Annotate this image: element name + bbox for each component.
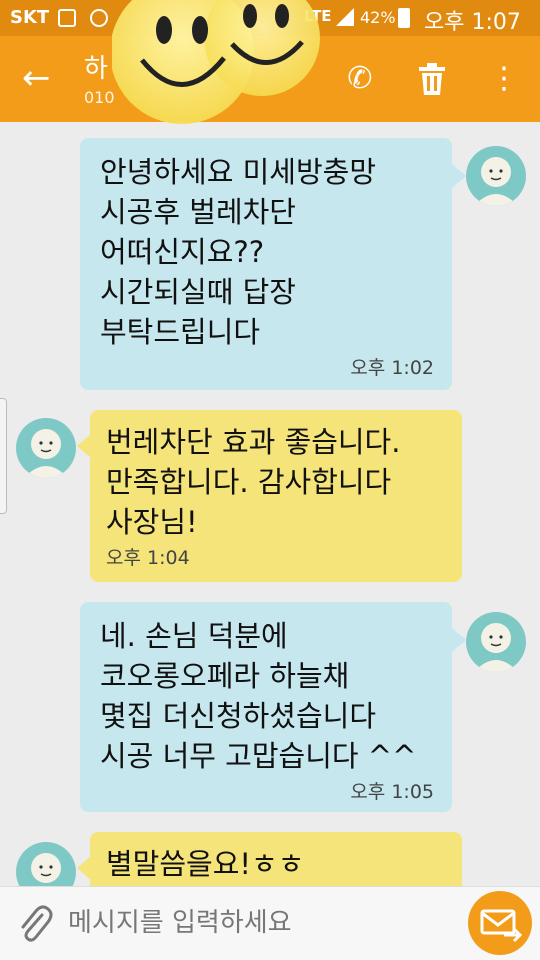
message-text: 네. 손님 덕분에 코오롱오페라 하늘채 몇집 더신청하셨습니다 시공 너무 고… [100, 619, 417, 773]
network-label: LTE [304, 7, 332, 25]
signal-icon [336, 8, 354, 26]
message-text: 번레차단 효과 좋습니다. 만족합니다. 감사합니다 사장님! [106, 425, 401, 539]
conversation-list[interactable]: 안녕하세요 미세방충망 시공후 벌레차단 어떠신지요?? 시간되실때 답장 부탁… [0, 122, 540, 886]
message-time: 오후 1:02 [350, 357, 434, 379]
avatar[interactable] [16, 842, 76, 886]
bubble-tail [452, 164, 466, 188]
message-time: 오후 1:05 [350, 781, 434, 803]
gallery-icon [58, 9, 76, 27]
message-bubble-incoming[interactable]: 별말씀을요!ㅎㅎ [90, 832, 462, 886]
avatar[interactable] [466, 612, 526, 672]
message-time: 오후 1:04 [106, 547, 190, 569]
cycle-icon [90, 9, 108, 27]
phone-icon[interactable]: ✆ [340, 60, 380, 98]
contact-number: 010 [84, 88, 115, 107]
message-text: 안녕하세요 미세방충망 시공후 벌레차단 어떠신지요?? 시간되실때 답장 부탁… [100, 155, 377, 349]
message-input[interactable] [68, 897, 448, 949]
message-bubble-incoming[interactable]: 번레차단 효과 좋습니다. 만족합니다. 감사합니다 사장님! 오후 1:04 [90, 410, 462, 582]
back-arrow-icon[interactable]: ← [22, 58, 51, 98]
bubble-tail [77, 434, 91, 458]
bubble-tail [452, 628, 466, 652]
contact-name: 하 [84, 54, 108, 84]
bubble-tail [77, 856, 91, 880]
message-bubble-outgoing[interactable]: 네. 손님 덕분에 코오롱오페라 하늘채 몇집 더신청하셨습니다 시공 너무 고… [80, 602, 452, 812]
carrier-label: SKT [10, 7, 50, 28]
trash-icon[interactable] [412, 60, 452, 106]
more-vert-icon[interactable]: ⋮ [484, 60, 524, 98]
battery-label: 42% [360, 8, 396, 27]
message-text: 별말씀을요!ㅎㅎ [106, 847, 305, 881]
message-composer [0, 886, 540, 960]
avatar[interactable] [466, 146, 526, 206]
battery-icon [398, 8, 410, 28]
scroll-edge [0, 398, 7, 514]
avatar[interactable] [16, 418, 76, 478]
app-bar: ← 하 010 ✆ ⋮ [0, 36, 540, 122]
status-bar: SKT LTE 42% 오후 1:07 [0, 0, 540, 36]
send-mail-icon[interactable] [468, 891, 532, 955]
status-time: 오후 1:07 [424, 10, 521, 35]
message-bubble-outgoing[interactable]: 안녕하세요 미세방충망 시공후 벌레차단 어떠신지요?? 시간되실때 답장 부탁… [80, 138, 452, 390]
paperclip-icon[interactable] [14, 901, 54, 945]
